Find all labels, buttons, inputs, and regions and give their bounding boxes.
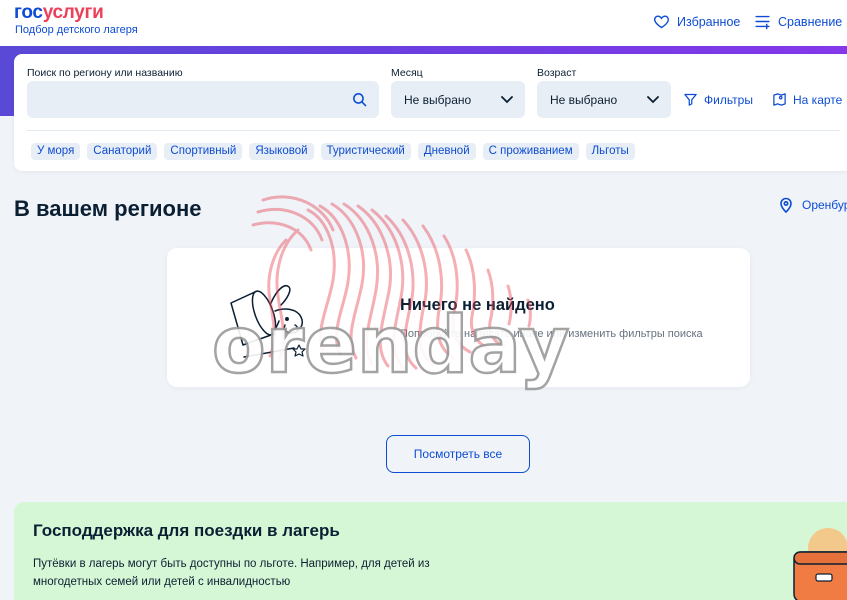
category-chips: У моря Санаторий Спортивный Языковой Тур… [31,143,635,160]
chip-language[interactable]: Языковой [249,143,314,160]
chip-accommodation[interactable]: С проживанием [482,143,579,160]
region-city-selector[interactable]: Оренбург [779,197,847,213]
promo-text: Путёвки в лагерь могут быть доступны по … [33,558,430,588]
chip-tourist[interactable]: Туристический [320,143,411,160]
empty-hat-rabbit-illustration [230,285,306,358]
view-all-button[interactable]: Посмотреть все [386,435,530,473]
wallet-illustration [793,528,847,600]
month-select[interactable]: Не выбрано [391,81,525,118]
favorites-label: Избранное [677,14,741,29]
empty-state-card: Ничего не найдено Попробуйте написать ин… [167,248,750,387]
age-label: Возраст [537,67,577,79]
promo-title: Господдержка для поездки в лагерь [33,521,340,540]
location-pin-icon [780,197,792,213]
age-select[interactable]: Не выбрано [537,81,671,118]
gosuslugi-logo[interactable]: госуслуги [14,2,104,24]
divider [27,130,840,131]
search-icon[interactable] [351,91,368,108]
chevron-down-icon [501,96,513,104]
search-input[interactable] [27,81,379,118]
age-value: Не выбрано [550,93,618,107]
month-label: Месяц [391,67,423,79]
state-support-banner[interactable]: Господдержка для поездки в лагерь Путёвк… [14,502,847,600]
compare-link[interactable]: Сравнение [754,13,842,30]
filters-button[interactable]: Фильтры [683,92,753,107]
empty-state-text: Попробуйте написать иначе или изменить ф… [400,328,703,340]
chip-benefits[interactable]: Льготы [585,143,635,160]
chip-day[interactable]: Дневной [417,143,476,160]
filter-icon [684,93,697,106]
header: госуслуги Подбор детского лагеря Избранн… [0,0,847,46]
map-label: На карте [793,92,843,107]
favorites-link[interactable]: Избранное [653,13,740,30]
chip-sport[interactable]: Спортивный [164,143,243,160]
region-title: В вашем регионе [14,196,202,221]
empty-state-title: Ничего не найдено [400,296,555,314]
map-button[interactable]: На карте [772,92,842,107]
heart-icon [653,15,670,29]
search-panel: Поиск по региону или названию Месяц Не в… [14,54,847,171]
month-value: Не выбрано [404,93,472,107]
filters-label: Фильтры [704,92,753,107]
search-query-label: Поиск по региону или названию [27,67,183,79]
region-city-label: Оренбург [802,198,847,212]
service-subtitle[interactable]: Подбор детского лагеря [15,24,138,36]
chip-sea[interactable]: У моря [31,143,81,160]
compare-label: Сравнение [778,14,843,29]
map-icon [773,93,786,106]
compare-icon [755,15,770,30]
chevron-down-icon [647,96,659,104]
chip-sanatorium[interactable]: Санаторий [87,143,158,160]
